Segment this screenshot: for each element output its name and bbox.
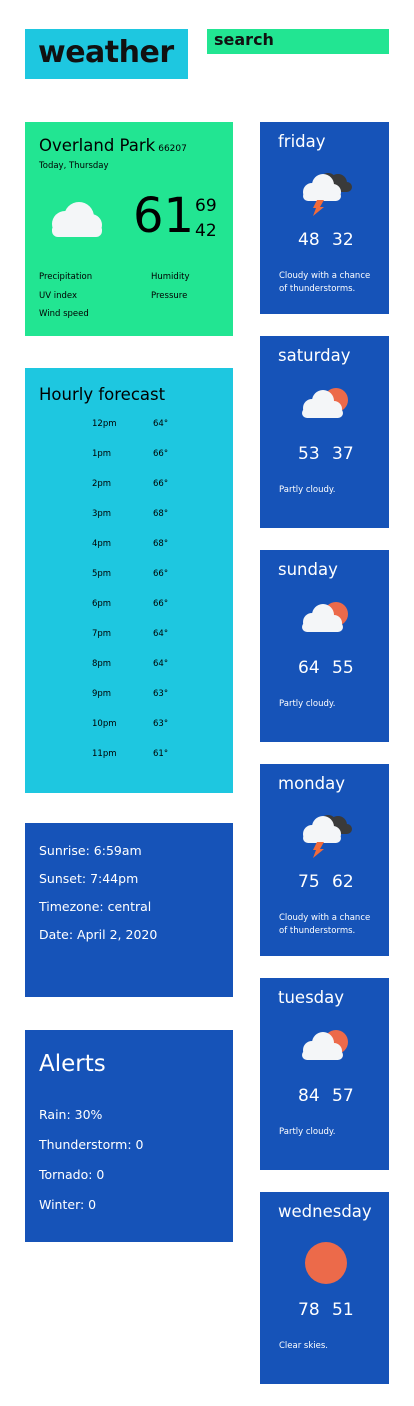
thunderstorm-icon	[298, 170, 354, 220]
day-description: Cloudy with a chance of thunderstorms.	[279, 913, 371, 936]
hourly-title: Hourly forecast	[39, 385, 166, 404]
hour-time: 7pm	[92, 629, 112, 639]
forecast-card-friday: friday 48 32 Cloudy with a chance of thu…	[260, 122, 389, 314]
hour-time: 9pm	[92, 689, 112, 699]
sunrise-text: Sunrise: 6:59am	[39, 843, 142, 858]
low-temperature: 42	[195, 221, 217, 241]
forecast-card-monday: monday 75 62 Cloudy with a chance of thu…	[260, 764, 389, 956]
partly-cloudy-icon	[298, 384, 354, 434]
day-description: Cloudy with a chance of thunderstorms.	[279, 271, 371, 294]
logo[interactable]: weather	[25, 29, 188, 79]
day-name: saturday	[278, 346, 351, 365]
hour-time: 4pm	[92, 539, 112, 549]
day-name: wednesday	[278, 1202, 372, 1221]
stat-precipitation: Precipitation	[39, 272, 93, 282]
forecast-card-sunday: sunday 64 55 Partly cloudy.	[260, 550, 389, 742]
search-label: search	[214, 30, 274, 49]
day-description: Partly cloudy.	[279, 1127, 336, 1137]
sun-icon	[298, 1240, 354, 1290]
day-description: Clear skies.	[279, 1341, 329, 1351]
day-high: 78	[298, 1300, 320, 1320]
hour-temp: 63°	[153, 719, 169, 729]
hour-time: 5pm	[92, 569, 112, 579]
day-name: tuesday	[278, 988, 345, 1007]
hour-temp: 64°	[153, 659, 169, 669]
city-title: Overland Park 66207	[39, 136, 187, 155]
day-name: monday	[278, 774, 345, 793]
cloud-icon	[43, 200, 107, 244]
alert-winter: Winter: 0	[39, 1197, 97, 1212]
hourly-forecast-card: Hourly forecast 12pm 64° 1pm 66° 2pm 66° 3p…	[25, 368, 233, 793]
search-button[interactable]: search	[207, 29, 389, 54]
today-subtitle: Today, Thursday	[39, 161, 109, 171]
hour-temp: 66°	[153, 599, 169, 609]
date-text: Date: April 2, 2020	[39, 927, 158, 942]
day-low: 62	[332, 872, 354, 892]
sun-info-card: Sunrise: 6:59am Sunset: 7:44pm Timezone:…	[25, 823, 233, 997]
hour-temp: 66°	[153, 449, 169, 459]
hour-temp: 64°	[153, 629, 169, 639]
day-name: sunday	[278, 560, 338, 579]
zip-code: 66207	[158, 144, 187, 154]
hour-time: 11pm	[92, 749, 117, 759]
forecast-card-saturday: saturday 53 37 Partly cloudy.	[260, 336, 389, 528]
day-high: 48	[298, 230, 320, 250]
hour-time: 8pm	[92, 659, 112, 669]
partly-cloudy-icon	[298, 598, 354, 648]
thunderstorm-icon	[298, 812, 354, 862]
high-temperature: 69	[195, 196, 217, 216]
today-card: Overland Park 66207 Today, Thursday 61 69…	[25, 122, 233, 336]
hour-temp: 61°	[153, 749, 169, 759]
day-high: 53	[298, 444, 320, 464]
alerts-title: Alerts	[39, 1051, 106, 1077]
day-description: Partly cloudy.	[279, 485, 336, 495]
forecast-card-wednesday: wednesday 78 51 Clear skies.	[260, 1192, 389, 1384]
alerts-card: Alerts Rain: 30% Thunderstorm: 0 Tornado…	[25, 1030, 233, 1242]
forecast-card-tuesday: tuesday 84 57 Partly cloudy.	[260, 978, 389, 1170]
timezone-text: Timezone: central	[39, 899, 152, 914]
alert-rain: Rain: 30%	[39, 1107, 103, 1122]
hour-temp: 64°	[153, 419, 169, 429]
hour-temp: 66°	[153, 569, 169, 579]
hour-temp: 63°	[153, 689, 169, 699]
day-low: 37	[332, 444, 354, 464]
partly-cloudy-icon	[298, 1026, 354, 1076]
alert-tornado: Tornado: 0	[39, 1167, 105, 1182]
hour-temp: 66°	[153, 479, 169, 489]
day-description: Partly cloudy.	[279, 699, 336, 709]
hour-temp: 68°	[153, 539, 169, 549]
day-name: friday	[278, 132, 326, 151]
hour-time: 1pm	[92, 449, 112, 459]
hour-time: 2pm	[92, 479, 112, 489]
logo-text: weather	[38, 35, 174, 70]
city-name: Overland Park	[39, 136, 156, 155]
hour-time: 3pm	[92, 509, 112, 519]
stat-wind-speed: Wind speed	[39, 309, 89, 319]
stat-pressure: Pressure	[151, 291, 188, 301]
hour-time: 12pm	[92, 419, 117, 429]
day-high: 64	[298, 658, 320, 678]
day-low: 51	[332, 1300, 354, 1320]
sunset-text: Sunset: 7:44pm	[39, 871, 139, 886]
day-low: 55	[332, 658, 354, 678]
stat-humidity: Humidity	[151, 272, 190, 282]
current-temperature: 61	[133, 188, 195, 244]
stat-uv-index: UV index	[39, 291, 77, 301]
hour-time: 6pm	[92, 599, 112, 609]
hour-time: 10pm	[92, 719, 117, 729]
alert-thunderstorm: Thunderstorm: 0	[39, 1137, 144, 1152]
day-low: 32	[332, 230, 354, 250]
day-high: 84	[298, 1086, 320, 1106]
hour-temp: 68°	[153, 509, 169, 519]
day-low: 57	[332, 1086, 354, 1106]
day-high: 75	[298, 872, 320, 892]
